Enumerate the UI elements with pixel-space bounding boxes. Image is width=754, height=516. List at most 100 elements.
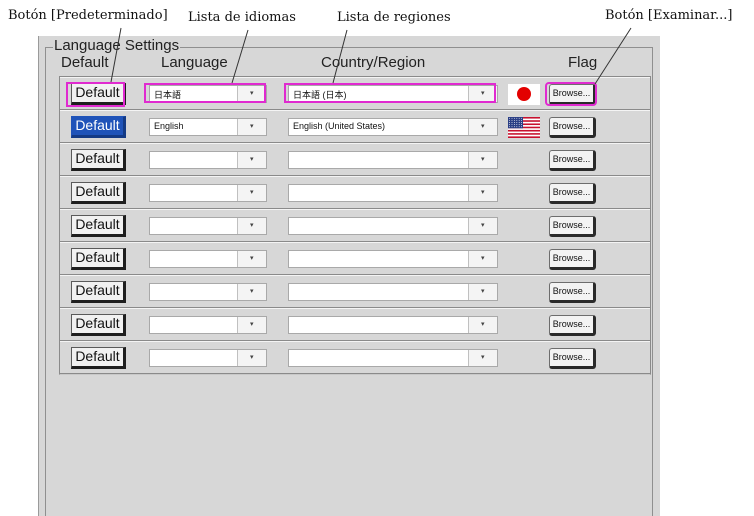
flag-preview bbox=[508, 282, 540, 303]
table-row: Default ▾ ▾ Browse... bbox=[60, 242, 650, 275]
region-value: English (United States) bbox=[293, 121, 386, 131]
browse-button[interactable]: Browse... bbox=[549, 183, 596, 204]
chevron-down-icon: ▾ bbox=[250, 254, 254, 262]
default-button[interactable]: Default bbox=[71, 281, 126, 303]
browse-button[interactable]: Browse... bbox=[549, 348, 596, 369]
language-dropdown-arrow[interactable]: ▾ bbox=[237, 218, 266, 234]
default-button[interactable]: Default bbox=[71, 215, 126, 237]
region-dropdown[interactable]: ▾ bbox=[288, 217, 498, 235]
region-dropdown[interactable]: ▾ bbox=[288, 184, 498, 202]
callout-browse-button: Botón [Examinar...] bbox=[605, 8, 733, 23]
region-dropdown[interactable]: ▾ bbox=[288, 250, 498, 268]
chevron-down-icon: ▾ bbox=[481, 287, 485, 295]
browse-button[interactable]: Browse... bbox=[549, 216, 596, 237]
browse-button[interactable]: Browse... bbox=[549, 117, 596, 138]
column-header-language: Language bbox=[161, 54, 228, 71]
chevron-down-icon: ▾ bbox=[250, 287, 254, 295]
language-value: 日本語 bbox=[154, 90, 182, 100]
column-header-default: Default bbox=[61, 54, 109, 71]
table-row: Default ▾ ▾ Browse... bbox=[60, 209, 650, 242]
default-button[interactable]: Default bbox=[71, 182, 126, 204]
language-dropdown[interactable]: ▾ bbox=[149, 151, 267, 169]
region-dropdown-arrow[interactable]: ▾ bbox=[468, 284, 497, 300]
chevron-down-icon: ▾ bbox=[481, 353, 485, 361]
language-dropdown[interactable]: ▾ bbox=[149, 250, 267, 268]
region-dropdown-arrow[interactable]: ▾ bbox=[468, 218, 497, 234]
browse-button[interactable]: Browse... bbox=[549, 315, 596, 336]
language-dropdown-arrow[interactable]: ▾ bbox=[237, 251, 266, 267]
language-settings-panel: Language Settings Default Language Count… bbox=[38, 36, 660, 516]
callout-region-list: Lista de regiones bbox=[337, 10, 451, 25]
chevron-down-icon: ▾ bbox=[250, 122, 254, 130]
table-row: Default English ▾ English (United States… bbox=[60, 110, 650, 143]
language-dropdown-arrow[interactable]: ▾ bbox=[237, 284, 266, 300]
language-dropdown[interactable]: ▾ bbox=[149, 184, 267, 202]
browse-button[interactable]: Browse... bbox=[549, 150, 596, 171]
language-dropdown-arrow[interactable]: ▾ bbox=[237, 350, 266, 366]
flag-preview bbox=[508, 216, 540, 237]
chevron-down-icon: ▾ bbox=[250, 188, 254, 196]
region-dropdown-arrow[interactable]: ▾ bbox=[468, 317, 497, 333]
language-value: English bbox=[154, 121, 184, 131]
chevron-down-icon: ▾ bbox=[481, 320, 485, 328]
language-dropdown[interactable]: ▾ bbox=[149, 217, 267, 235]
browse-button[interactable]: Browse... bbox=[549, 282, 596, 303]
chevron-down-icon: ▾ bbox=[481, 155, 485, 163]
region-dropdown-arrow[interactable]: ▾ bbox=[468, 185, 497, 201]
browse-button[interactable]: Browse... bbox=[549, 84, 596, 105]
region-dropdown-arrow[interactable]: ▾ bbox=[468, 119, 497, 135]
language-dropdown-arrow[interactable]: ▾ bbox=[237, 152, 266, 168]
region-dropdown-arrow[interactable]: ▾ bbox=[468, 86, 497, 102]
browse-button[interactable]: Browse... bbox=[549, 249, 596, 270]
region-dropdown[interactable]: English (United States) ▾ bbox=[288, 118, 498, 136]
language-dropdown[interactable]: ▾ bbox=[149, 316, 267, 334]
default-button[interactable]: Default bbox=[71, 314, 126, 336]
language-dropdown[interactable]: 日本語 ▾ bbox=[149, 85, 267, 103]
table-row: Default ▾ ▾ Browse... bbox=[60, 275, 650, 308]
default-button[interactable]: Default bbox=[71, 116, 126, 138]
column-header-country: Country/Region bbox=[321, 54, 426, 71]
chevron-down-icon: ▾ bbox=[481, 254, 485, 262]
region-dropdown-arrow[interactable]: ▾ bbox=[468, 350, 497, 366]
callout-default-button: Botón [Predeterminado] bbox=[8, 8, 168, 23]
chevron-down-icon: ▾ bbox=[250, 221, 254, 229]
chevron-down-icon: ▾ bbox=[481, 221, 485, 229]
flag-preview bbox=[508, 150, 540, 171]
default-button[interactable]: Default bbox=[71, 347, 126, 369]
japan-flag-icon bbox=[508, 84, 540, 105]
table-row: Default 日本語 ▾ 日本語 (日本) ▾ Browse... bbox=[60, 77, 650, 110]
language-dropdown[interactable]: English ▾ bbox=[149, 118, 267, 136]
default-button[interactable]: Default bbox=[71, 248, 126, 270]
region-dropdown[interactable]: ▾ bbox=[288, 316, 498, 334]
language-table: Default 日本語 ▾ 日本語 (日本) ▾ Browse... Defau… bbox=[59, 76, 651, 375]
table-row: Default ▾ ▾ Browse... bbox=[60, 176, 650, 209]
region-dropdown[interactable]: ▾ bbox=[288, 151, 498, 169]
chevron-down-icon: ▾ bbox=[481, 188, 485, 196]
language-dropdown-arrow[interactable]: ▾ bbox=[237, 86, 266, 102]
flag-preview bbox=[508, 183, 540, 204]
region-value: 日本語 (日本) bbox=[293, 90, 347, 100]
region-dropdown-arrow[interactable]: ▾ bbox=[468, 152, 497, 168]
flag-preview bbox=[508, 315, 540, 336]
language-dropdown[interactable]: ▾ bbox=[149, 349, 267, 367]
default-button[interactable]: Default bbox=[71, 149, 126, 171]
usa-flag-icon bbox=[508, 117, 540, 139]
language-dropdown-arrow[interactable]: ▾ bbox=[237, 317, 266, 333]
language-dropdown-arrow[interactable]: ▾ bbox=[237, 185, 266, 201]
region-dropdown[interactable]: ▾ bbox=[288, 283, 498, 301]
table-row: Default ▾ ▾ Browse... bbox=[60, 308, 650, 341]
group-title: Language Settings bbox=[53, 37, 181, 54]
chevron-down-icon: ▾ bbox=[250, 353, 254, 361]
chevron-down-icon: ▾ bbox=[481, 89, 485, 97]
table-row: Default ▾ ▾ Browse... bbox=[60, 143, 650, 176]
default-button[interactable]: Default bbox=[71, 83, 126, 105]
flag-preview bbox=[508, 249, 540, 270]
chevron-down-icon: ▾ bbox=[250, 89, 254, 97]
callout-language-list: Lista de idiomas bbox=[188, 10, 296, 25]
region-dropdown[interactable]: 日本語 (日本) ▾ bbox=[288, 85, 498, 103]
chevron-down-icon: ▾ bbox=[250, 320, 254, 328]
region-dropdown-arrow[interactable]: ▾ bbox=[468, 251, 497, 267]
region-dropdown[interactable]: ▾ bbox=[288, 349, 498, 367]
language-dropdown-arrow[interactable]: ▾ bbox=[237, 119, 266, 135]
language-dropdown[interactable]: ▾ bbox=[149, 283, 267, 301]
